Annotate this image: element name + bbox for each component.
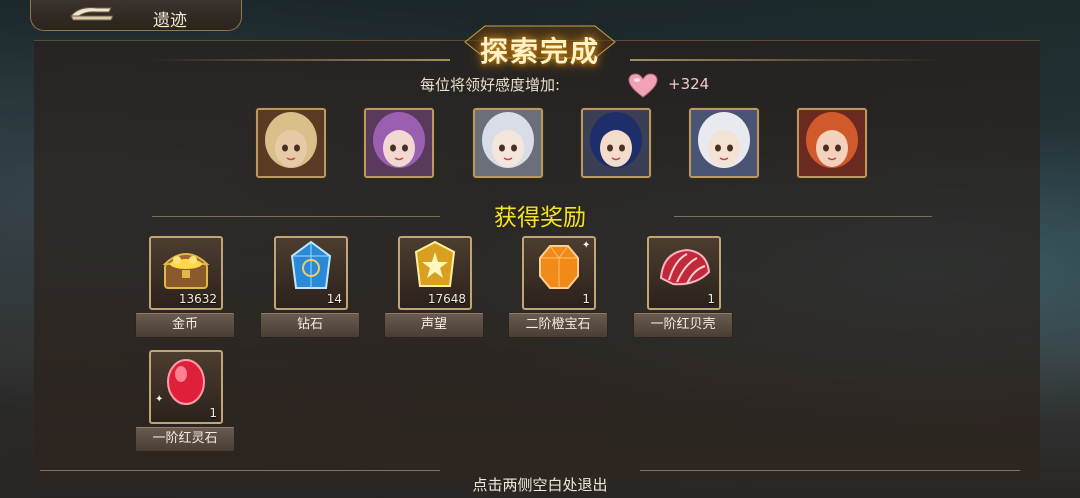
reward-header: 获得奖励 — [0, 198, 1080, 232]
character-portrait-icon — [799, 110, 865, 176]
character-portrait-icon — [583, 110, 649, 176]
reward-item-diamond[interactable]: 14 钻石 — [260, 236, 360, 348]
page-title: 探索完成 — [479, 35, 600, 68]
portrait-silver-hair-ornament — [473, 108, 543, 178]
item-frame: 13632 — [149, 236, 223, 310]
character-portrait-icon — [691, 110, 757, 176]
treasure-chest-icon — [162, 253, 210, 289]
portrait-blonde-officer — [256, 108, 326, 178]
portrait-red-hair — [797, 108, 867, 178]
character-portrait-icon — [366, 110, 432, 176]
item-frame: 17648 — [398, 236, 472, 310]
reward-divider-right — [674, 216, 932, 217]
item-count: 1 — [582, 292, 590, 306]
item-name: 金币 — [135, 312, 235, 338]
reward-item-red-shell[interactable]: 1 一阶红贝壳 — [633, 236, 733, 348]
item-count: 17648 — [427, 292, 466, 306]
blue-crystal-icon — [290, 240, 332, 289]
reward-item-gold[interactable]: 13632 金币 — [135, 236, 235, 348]
heart-icon — [628, 73, 658, 98]
favor-row: 每位将领好感度增加: +324 — [0, 73, 1080, 98]
item-name: 二阶橙宝石 — [508, 312, 608, 338]
portrait-navy-hair — [581, 108, 651, 178]
title-banner: 探索完成 — [0, 12, 1080, 68]
red-spirit-stone-icon: ✦ — [155, 359, 205, 405]
red-shell-icon — [659, 248, 711, 286]
character-portrait-icon — [475, 110, 541, 176]
item-count: 14 — [326, 292, 342, 306]
portrait-white-hair-cap — [689, 108, 759, 178]
orange-gem-icon: ✦ — [539, 240, 590, 289]
character-portrait-icon — [258, 110, 324, 176]
exit-hint: 点击两侧空白处退出 — [472, 476, 608, 494]
item-name: 一阶红灵石 — [135, 426, 235, 452]
item-count: 1 — [707, 292, 715, 306]
item-name: 声望 — [384, 312, 484, 338]
svg-text:✦: ✦ — [155, 394, 163, 405]
gold-medal-icon — [414, 240, 456, 287]
reward-item-prestige[interactable]: 17648 声望 — [384, 236, 484, 348]
reward-divider-left — [152, 216, 440, 217]
title-divider-right — [630, 59, 940, 61]
svg-text:✦: ✦ — [582, 240, 590, 251]
item-frame: ✦ 1 — [149, 350, 223, 424]
reward-title: 获得奖励 — [494, 205, 586, 231]
title-divider-left — [150, 59, 450, 61]
footer-divider-left — [40, 470, 440, 471]
item-frame: 14 — [274, 236, 348, 310]
item-count: 1 — [209, 406, 217, 420]
item-name: 钻石 — [260, 312, 360, 338]
footer-divider-right — [640, 470, 1020, 471]
item-name: 一阶红贝壳 — [633, 312, 733, 338]
favor-label: 每位将领好感度增加: — [420, 76, 561, 94]
reward-item-orange-gem[interactable]: ✦ 1 二阶橙宝石 — [508, 236, 608, 348]
item-count: 13632 — [178, 292, 217, 306]
item-frame: 1 — [647, 236, 721, 310]
favor-value: +324 — [668, 75, 710, 93]
reward-item-red-spirit-stone[interactable]: ✦ 1 一阶红灵石 — [135, 350, 235, 462]
item-frame: ✦ 1 — [522, 236, 596, 310]
portrait-purple-hair-glasses — [364, 108, 434, 178]
